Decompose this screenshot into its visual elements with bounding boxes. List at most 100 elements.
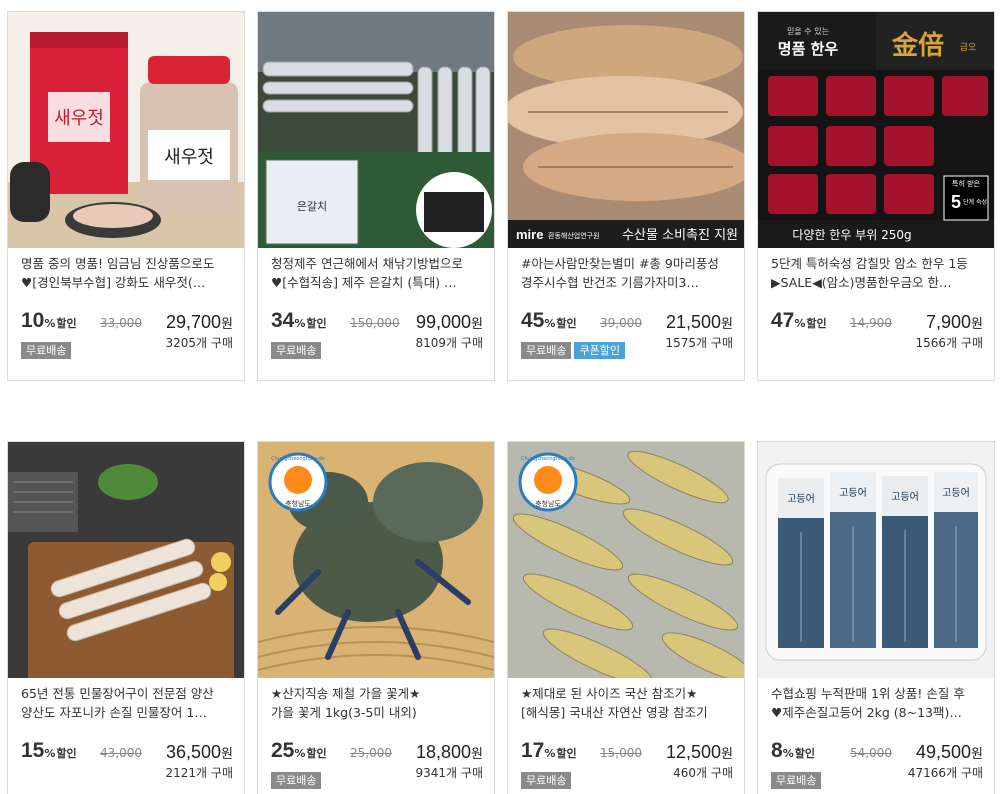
product-subtitle[interactable]: ★산지직송 제철 가을 꽃게★: [258, 684, 494, 703]
product-subtitle[interactable]: 65년 전통 민물장어구이 전문점 양산: [8, 684, 244, 703]
product-card-crab[interactable]: 충청남도 Chungcheongnam-do ★산지직송 제철 가을 꽃게★ 가…: [257, 441, 495, 794]
free-shipping-badge: 무료배송: [771, 772, 822, 789]
purchase-count: 460개 구매: [673, 766, 733, 780]
product-image[interactable]: 고등어 고등어 고등어 고등어: [758, 442, 994, 678]
product-card-croaker[interactable]: 충청남도 Chungcheongnam-do ★제대로 된 사이즈 국산 참조기…: [507, 441, 745, 794]
sale-price: 29,700원: [165, 312, 233, 332]
img-label-province: 충청남도: [285, 499, 311, 508]
price-row: 10%할인 33,000 29,700원: [8, 303, 244, 337]
img-label-mackerel-4: 고등어: [942, 487, 970, 499]
purchase-count: 1575개 구매: [665, 336, 733, 350]
img-label-province-en: Chungcheongnam-do: [271, 456, 325, 462]
coupon-badge: 쿠폰할인: [574, 342, 625, 359]
discount-rate: 10%할인: [21, 309, 77, 332]
img-label-saeujeot-2: 새우젓: [164, 147, 214, 168]
product-image[interactable]: 은갈치: [258, 12, 494, 248]
img-label-geumo: 금오: [960, 42, 977, 53]
product-image[interactable]: [8, 442, 244, 678]
product-title[interactable]: ▶SALE◀(암소)명품한우금오 한…: [758, 273, 994, 292]
img-label-saeujeot: 새우젓: [54, 108, 104, 129]
sale-price: 49,500원: [915, 742, 983, 762]
product-subtitle[interactable]: 청정제주 연근해에서 채낚기방법으로: [258, 254, 494, 273]
discount-rate: 17%할인: [521, 739, 577, 762]
original-price: 25,000: [350, 746, 392, 760]
sale-price: 21,500원: [665, 312, 733, 332]
meta-row: 무료배송 3205개 구매: [8, 336, 244, 359]
original-price: 33,000: [100, 316, 142, 330]
product-subtitle[interactable]: 명품 중의 명품! 임금님 진상품으로도: [8, 254, 244, 273]
img-label-geumbae: 金倍: [891, 30, 944, 61]
sale-price: 7,900원: [925, 312, 983, 332]
product-subtitle[interactable]: #아는사람만찾는별미 #총 9마리풍성: [508, 254, 744, 273]
img-label-patent: 특허 받은: [952, 179, 981, 188]
product-image[interactable]: 새우젓 새우젓: [8, 12, 244, 248]
product-subtitle[interactable]: ★제대로 된 사이즈 국산 참조기★: [508, 684, 744, 703]
product-image[interactable]: 믿을 수 있는 명품 한우 金倍 금오 다양한 한우 부위 250g 특허 받은: [758, 12, 994, 248]
img-label-galchi: 은갈치: [297, 199, 327, 213]
product-subtitle[interactable]: 5단계 특허숙성 감칠맛 암소 한우 1등: [758, 254, 994, 273]
price-row: 17%할인 15,000 12,500원: [508, 733, 744, 767]
purchase-count: 47166개 구매: [907, 766, 983, 780]
price-row: 45%할인 39,000 21,500원: [508, 303, 744, 337]
sale-price: 99,000원: [415, 312, 483, 332]
price-row: 47%할인 14,900 7,900원: [758, 303, 994, 337]
original-price: 14,900: [850, 316, 892, 330]
sale-price: 12,500원: [665, 742, 733, 762]
free-shipping-badge: 무료배송: [271, 772, 322, 789]
product-title[interactable]: ♥[경인북부수협] 강화도 새우젓(…: [8, 273, 244, 292]
mire-logo: mire: [516, 227, 543, 242]
img-label-support: 수산물 소비촉진 지원: [622, 228, 738, 243]
img-label-trust: 믿을 수 있는: [787, 26, 829, 36]
product-image[interactable]: mire 환동해산업연구원 수산물 소비촉진 지원: [508, 12, 744, 248]
product-title[interactable]: [해식몽] 국내산 자연산 영광 참조기: [508, 703, 744, 722]
discount-rate: 47%할인: [771, 309, 827, 332]
meta-row: 무료배송 47166개 구매: [758, 766, 994, 789]
img-label-brand: 명품 한우: [778, 40, 839, 58]
product-title[interactable]: 양산도 자포니카 손질 민물장어 1…: [8, 703, 244, 722]
img-label-institute: 환동해산업연구원: [548, 231, 600, 240]
product-title[interactable]: ♥제주손질고등어 2kg (8~13팩)…: [758, 703, 994, 722]
meta-row: 무료배송 9341개 구매: [258, 766, 494, 789]
price-row: 34%할인 150,000 99,000원: [258, 303, 494, 337]
img-label-mackerel-1: 고등어: [787, 493, 815, 505]
product-card-saeujeot[interactable]: 새우젓 새우젓 명품 중의 명품! 임금님 진상품으로도 ♥[경인북부수협] 강…: [7, 11, 245, 381]
purchase-count: 2121개 구매: [165, 766, 233, 780]
product-card-galchi[interactable]: 은갈치 청정제주 연근해에서 채낚기방법으로 ♥[수협직송] 제주 은갈치 (특…: [257, 11, 495, 381]
product-image[interactable]: 충청남도 Chungcheongnam-do: [258, 442, 494, 678]
original-price: 15,000: [600, 746, 642, 760]
free-shipping-badge: 무료배송: [271, 342, 322, 359]
free-shipping-badge: 무료배송: [521, 342, 572, 359]
sale-price: 18,800원: [415, 742, 483, 762]
product-title[interactable]: 경주시수협 반건조 기름가자미3…: [508, 273, 744, 292]
product-card-mackerel[interactable]: 고등어 고등어 고등어 고등어 수협쇼핑 누적판매 1위 상품! 손질 후 ♥제…: [757, 441, 995, 794]
img-label-province-en: Chungcheongnam-do: [521, 456, 575, 462]
product-card-gajami[interactable]: mire 환동해산업연구원 수산물 소비촉진 지원 #아는사람만찾는별미 #총 …: [507, 11, 745, 381]
product-card-eel[interactable]: 65년 전통 민물장어구이 전문점 양산 양산도 자포니카 손질 민물장어 1……: [7, 441, 245, 794]
img-label-mackerel-3: 고등어: [891, 491, 919, 503]
discount-rate: 15%할인: [21, 739, 77, 762]
purchase-count: 9341개 구매: [415, 766, 483, 780]
discount-rate: 45%할인: [521, 309, 577, 332]
free-shipping-badge: 무료배송: [521, 772, 572, 789]
img-label-aging: 단계 숙성: [963, 198, 987, 206]
purchase-count: 1566개 구매: [915, 336, 983, 350]
free-shipping-badge: 무료배송: [21, 342, 72, 359]
purchase-count: 8109개 구매: [415, 336, 483, 350]
img-label-five: 5: [951, 192, 961, 212]
img-label-mackerel-2: 고등어: [839, 487, 867, 499]
original-price: 43,000: [100, 746, 142, 760]
purchase-count: 3205개 구매: [165, 336, 233, 350]
product-image[interactable]: 충청남도 Chungcheongnam-do: [508, 442, 744, 678]
img-label-cuts: 다양한 한우 부위 250g: [792, 228, 911, 242]
product-card-hanwoo[interactable]: 믿을 수 있는 명품 한우 金倍 금오 다양한 한우 부위 250g 특허 받은: [757, 11, 995, 381]
sale-price: 36,500원: [165, 742, 233, 762]
discount-rate: 34%할인: [271, 309, 327, 332]
product-title[interactable]: 가을 꽃게 1kg(3-5미 내외): [258, 703, 494, 722]
product-subtitle[interactable]: 수협쇼핑 누적판매 1위 상품! 손질 후: [758, 684, 994, 703]
img-label-province: 충청남도: [535, 499, 561, 508]
price-row: 25%할인 25,000 18,800원: [258, 733, 494, 767]
original-price: 54,000: [850, 746, 892, 760]
meta-row: 2121개 구매: [8, 766, 244, 789]
product-title[interactable]: ♥[수협직송] 제주 은갈치 (특대) …: [258, 273, 494, 292]
original-price: 150,000: [350, 316, 400, 330]
